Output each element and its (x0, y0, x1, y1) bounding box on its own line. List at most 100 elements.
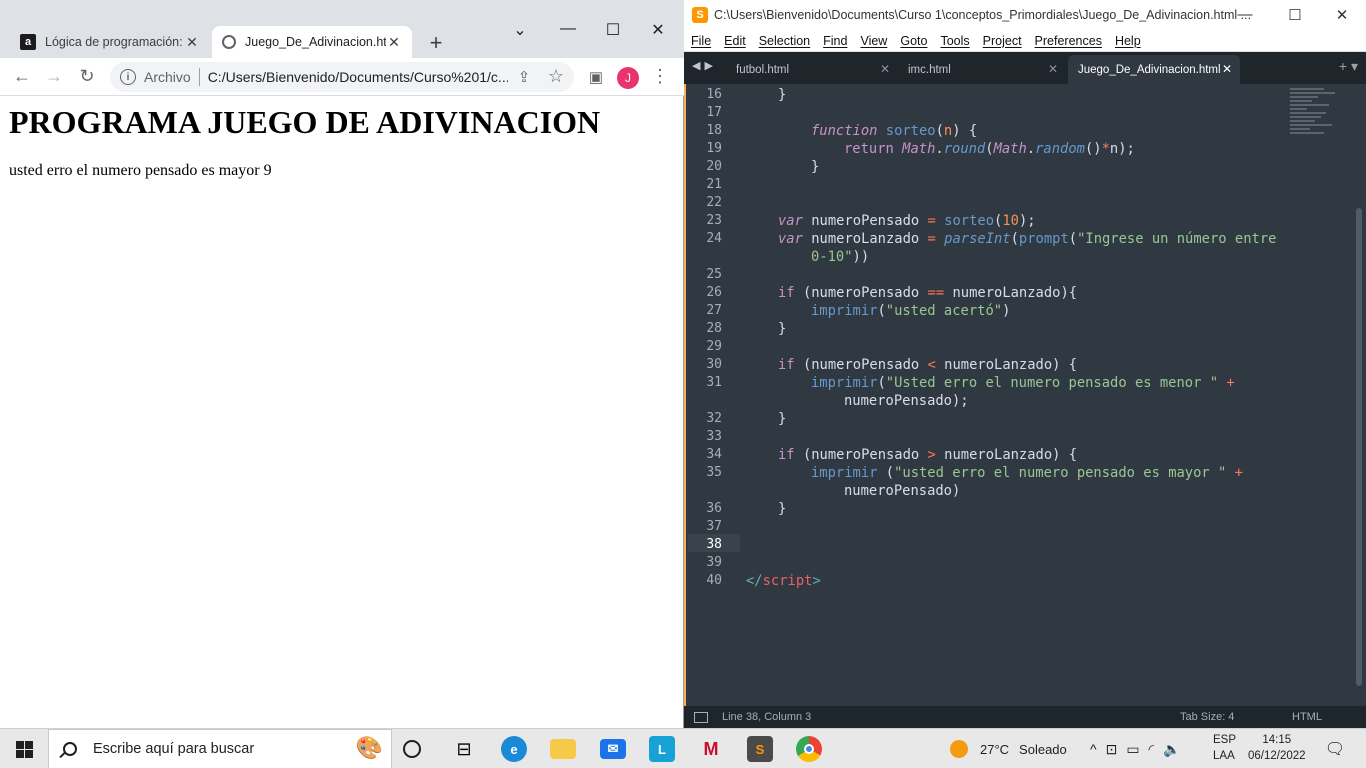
line-number: 36 (706, 501, 722, 516)
alura-favicon-icon: a (20, 34, 36, 50)
battery-icon[interactable]: ▭ (1126, 741, 1148, 758)
system-tray-icons[interactable]: ^ ⊡ ▭ ◜ 🔈 (1090, 729, 1189, 768)
address-bar[interactable]: i Archivo C:/Users/Bienvenido/Documents/… (110, 62, 574, 92)
close-tab-icon[interactable]: ✕ (1048, 62, 1058, 76)
close-tab-icon[interactable]: ✕ (386, 34, 402, 51)
code-token: ) (1002, 303, 1011, 319)
forward-arrow-icon[interactable]: → (42, 66, 66, 87)
close-tab-icon[interactable]: ✕ (1222, 62, 1232, 76)
code-token: imprimir (811, 375, 878, 391)
line-number: 20 (706, 159, 722, 174)
maximize-icon[interactable]: ☐ (598, 20, 628, 40)
line-number: 24 (706, 231, 722, 246)
code-line: } (778, 500, 786, 518)
code-token: numeroPensado); (844, 393, 969, 409)
line-number: 29 (706, 339, 722, 354)
kebab-menu-icon[interactable]: ⋮ (648, 66, 672, 87)
maximize-icon[interactable]: ☐ (1282, 6, 1308, 24)
taskbar: Escribe aquí para buscar 🎨 ⊟ e ✉ L M S 2… (0, 728, 1366, 768)
network-icon[interactable]: ⊡ (1106, 741, 1127, 758)
tab-menu-icon[interactable]: + ▾ (1339, 58, 1358, 75)
volume-icon[interactable]: 🔈 (1163, 741, 1189, 758)
vertical-scrollbar[interactable] (1356, 208, 1362, 686)
code-token: } (778, 501, 787, 517)
tab-search-chevron-icon[interactable]: ⌄ (505, 20, 535, 40)
l-app-icon[interactable]: L (649, 736, 675, 762)
clock[interactable]: 14:15 06/12/2022 (1248, 732, 1306, 764)
menu-help[interactable]: Help (1115, 34, 1141, 48)
line-number: 27 (706, 303, 722, 318)
menu-selection[interactable]: Selection (759, 34, 810, 48)
widgets-icon[interactable]: ⊟ (451, 736, 477, 762)
code-token: } (778, 321, 787, 337)
chrome-tab-juego[interactable]: Juego_De_Adivinacion.htm ✕ (212, 26, 412, 58)
code-line: imprimir("usted acertó") (811, 303, 1011, 319)
wifi-icon[interactable]: ◜ (1149, 741, 1163, 758)
windows-start-icon[interactable] (16, 741, 33, 758)
info-icon[interactable]: i (120, 69, 136, 85)
back-arrow-icon[interactable]: ← (10, 66, 34, 87)
chrome-tab-logica[interactable]: a Lógica de programación: C ✕ (10, 26, 210, 58)
code-token: imprimir (811, 303, 878, 319)
chrome-icon[interactable] (796, 736, 822, 762)
share-icon[interactable]: ⇪ (512, 68, 536, 86)
close-window-icon[interactable]: ✕ (1329, 6, 1355, 24)
mcafee-icon[interactable]: M (698, 736, 724, 762)
notifications-icon[interactable]: 🗨 (1322, 736, 1348, 762)
tab-size[interactable]: Tab Size: 4 (1180, 711, 1234, 723)
profile-avatar[interactable]: J (617, 67, 639, 89)
code-token: imprimir (811, 465, 878, 481)
weather-widget[interactable]: 27°C Soleado (950, 729, 1067, 768)
minimap[interactable] (1290, 86, 1346, 176)
code-line-wrap: numeroPensado); (844, 392, 969, 410)
code-token: < (927, 357, 936, 373)
menu-preferences[interactable]: Preferences (1035, 34, 1102, 48)
code-editor[interactable]: 16 17 18 19 20 21 22 23 24 25 26 27 28 2… (684, 84, 1366, 706)
new-tab-button[interactable]: + (424, 30, 448, 56)
menu-view[interactable]: View (860, 34, 887, 48)
sublime-icon[interactable]: S (747, 736, 773, 762)
code-token: n); (1109, 141, 1135, 157)
code-line: } (811, 158, 819, 176)
code-token: 10 (1002, 213, 1019, 229)
code-token: "Ingrese un número entre (1077, 231, 1277, 247)
editor-tab-label: imc.html (908, 63, 951, 76)
menu-edit[interactable]: Edit (724, 34, 746, 48)
code-token: Math (993, 141, 1027, 157)
syntax-mode[interactable]: HTML (1292, 711, 1322, 723)
menu-find[interactable]: Find (823, 34, 847, 48)
editor-tab-juego[interactable]: Juego_De_Adivinacion.html ✕ (1068, 55, 1240, 84)
menu-file[interactable]: File (691, 34, 711, 48)
language-line2: LAA (1213, 750, 1235, 762)
code-token: ) { (952, 123, 978, 139)
menu-tools[interactable]: Tools (940, 34, 969, 48)
panel-toggle-icon[interactable] (694, 711, 708, 723)
bookmark-star-icon[interactable]: ☆ (544, 66, 568, 87)
code-line: if (numeroPensado < numeroLanzado) { (778, 356, 1077, 374)
input-language[interactable]: ESP LAA (1213, 732, 1236, 764)
code-token: > (927, 447, 936, 463)
close-tab-icon[interactable]: ✕ (184, 34, 200, 51)
code-token: == (927, 285, 945, 301)
code-token: var (778, 231, 803, 247)
page-heading: PROGRAMA JUEGO DE ADIVINACION (9, 104, 601, 140)
editor-tab-imc[interactable]: imc.html ✕ (856, 55, 1066, 84)
file-explorer-icon[interactable] (550, 739, 576, 759)
reload-icon[interactable]: ↻ (75, 66, 99, 87)
minimize-icon[interactable]: — (1232, 6, 1258, 23)
mail-icon[interactable]: ✉ (600, 739, 626, 759)
taskbar-search-box[interactable]: Escribe aquí para buscar 🎨 (48, 729, 392, 768)
line-number: 17 (706, 105, 722, 120)
code-token: if (778, 357, 795, 373)
menu-project[interactable]: Project (983, 34, 1022, 48)
task-view-icon[interactable] (403, 740, 421, 758)
side-panel-icon[interactable]: ▣ (584, 68, 608, 86)
menu-goto[interactable]: Goto (900, 34, 927, 48)
edge-icon[interactable]: e (501, 736, 527, 762)
chevron-up-icon[interactable]: ^ (1090, 741, 1106, 757)
minimize-icon[interactable]: — (553, 20, 583, 38)
close-window-icon[interactable]: ✕ (643, 20, 673, 40)
url-text[interactable]: C:/Users/Bienvenido/Documents/Curso%201/… (208, 69, 508, 85)
sublime-logo-icon: S (692, 7, 708, 23)
code-token: } (778, 411, 787, 427)
